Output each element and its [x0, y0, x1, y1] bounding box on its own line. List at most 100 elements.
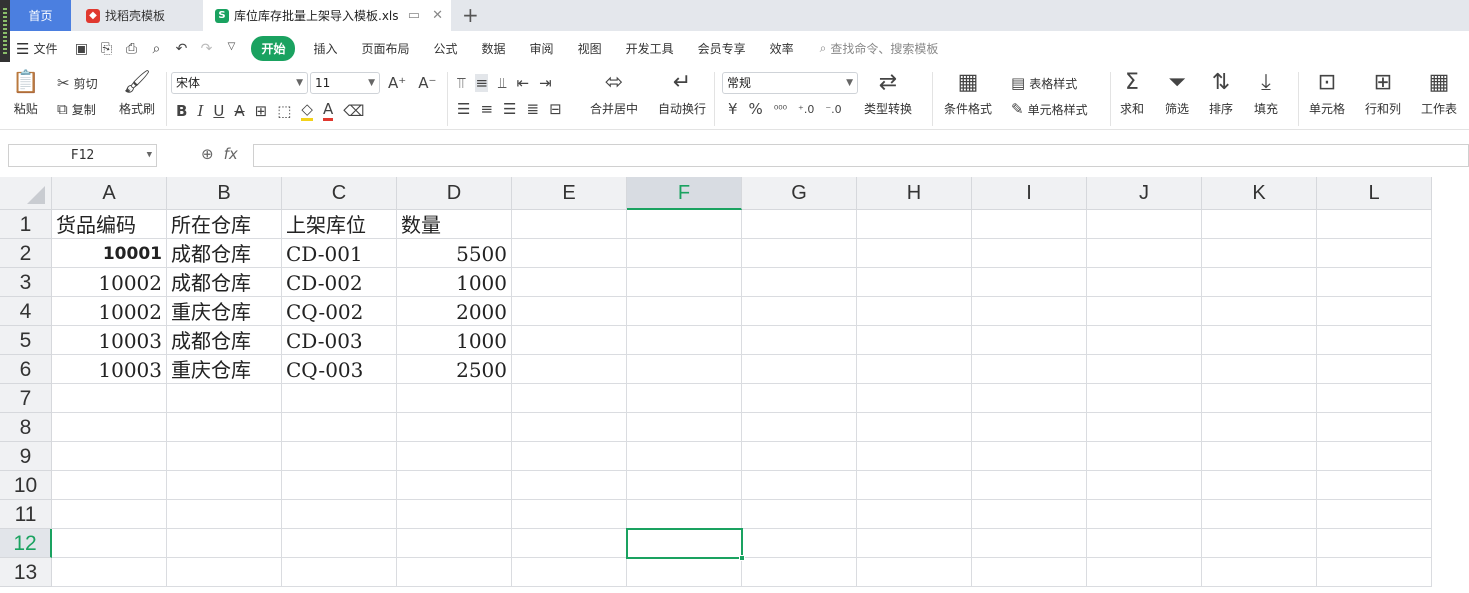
- cell-D9[interactable]: [397, 442, 512, 471]
- cell-B1[interactable]: 所在仓库: [167, 210, 282, 239]
- cell-A5[interactable]: 10003: [52, 326, 167, 355]
- cell-G4[interactable]: [742, 297, 857, 326]
- cell-shading-icon[interactable]: ⬚: [277, 102, 291, 120]
- cell-A13[interactable]: [52, 558, 167, 587]
- cell-G11[interactable]: [742, 500, 857, 529]
- merge-center-button[interactable]: ⬄ 合并居中: [590, 70, 638, 117]
- cell-H2[interactable]: [857, 239, 972, 268]
- cell-K11[interactable]: [1202, 500, 1317, 529]
- cell-I5[interactable]: [972, 326, 1087, 355]
- thousands-icon[interactable]: ⁰⁰⁰: [774, 103, 787, 116]
- cell-H9[interactable]: [857, 442, 972, 471]
- column-header-G[interactable]: G: [742, 177, 857, 210]
- cell-D1[interactable]: 数量: [397, 210, 512, 239]
- cell-B13[interactable]: [167, 558, 282, 587]
- column-header-B[interactable]: B: [167, 177, 282, 210]
- cell-I10[interactable]: [972, 471, 1087, 500]
- cell-A6[interactable]: 10003: [52, 355, 167, 384]
- cell-L12[interactable]: [1317, 529, 1432, 558]
- print-icon[interactable]: ⎙: [123, 41, 139, 57]
- font-color-icon[interactable]: A: [322, 100, 334, 121]
- column-header-K[interactable]: K: [1202, 177, 1317, 210]
- cell-E10[interactable]: [512, 471, 627, 500]
- cell-F1[interactable]: [627, 210, 742, 239]
- cell-K9[interactable]: [1202, 442, 1317, 471]
- row-header-11[interactable]: 11: [0, 500, 52, 529]
- cell-H4[interactable]: [857, 297, 972, 326]
- command-search[interactable]: ⌕ 查找命令、搜索模板: [820, 40, 939, 57]
- wrap-text-button[interactable]: ↵ 自动换行: [658, 70, 706, 117]
- cell-D5[interactable]: 1000: [397, 326, 512, 355]
- save-icon[interactable]: ▣: [73, 41, 89, 57]
- menu-formula[interactable]: 公式: [422, 40, 470, 57]
- clear-format-icon[interactable]: ⌫: [343, 102, 364, 120]
- align-middle-icon[interactable]: ≡: [475, 74, 489, 92]
- border-icon[interactable]: ⊞: [255, 102, 268, 120]
- cell-I7[interactable]: [972, 384, 1087, 413]
- menu-page-layout[interactable]: 页面布局: [350, 40, 422, 57]
- conditional-format-button[interactable]: ▦ 条件格式: [944, 70, 992, 117]
- menu-data[interactable]: 数据: [470, 40, 518, 57]
- cell-L7[interactable]: [1317, 384, 1432, 413]
- decrease-decimal-icon[interactable]: ⁻.0: [825, 103, 841, 116]
- cell-E4[interactable]: [512, 297, 627, 326]
- cell-L5[interactable]: [1317, 326, 1432, 355]
- cell-E5[interactable]: [512, 326, 627, 355]
- cell-J3[interactable]: [1087, 268, 1202, 297]
- menu-view[interactable]: 视图: [566, 40, 614, 57]
- strikethrough-icon[interactable]: A: [234, 102, 244, 120]
- cell-B12[interactable]: [167, 529, 282, 558]
- type-convert-button[interactable]: ⇄ 类型转换: [864, 70, 912, 117]
- cell-C8[interactable]: [282, 413, 397, 442]
- menu-member[interactable]: 会员专享: [686, 40, 758, 57]
- cell-J8[interactable]: [1087, 413, 1202, 442]
- column-header-H[interactable]: H: [857, 177, 972, 210]
- cell-E9[interactable]: [512, 442, 627, 471]
- row-header-7[interactable]: 7: [0, 384, 52, 413]
- cell-I2[interactable]: [972, 239, 1087, 268]
- cell-F11[interactable]: [627, 500, 742, 529]
- worksheet-button[interactable]: ▦ 工作表: [1421, 70, 1457, 117]
- cell-K8[interactable]: [1202, 413, 1317, 442]
- tab-home[interactable]: 首页: [10, 0, 71, 31]
- row-col-button[interactable]: ⊞ 行和列: [1365, 70, 1401, 117]
- column-header-C[interactable]: C: [282, 177, 397, 210]
- row-header-6[interactable]: 6: [0, 355, 52, 384]
- cell-C9[interactable]: [282, 442, 397, 471]
- cell-F6[interactable]: [627, 355, 742, 384]
- cell-K13[interactable]: [1202, 558, 1317, 587]
- cell-F10[interactable]: [627, 471, 742, 500]
- cell-J13[interactable]: [1087, 558, 1202, 587]
- tab-template[interactable]: ◆ 找稻壳模板: [72, 0, 202, 31]
- name-box[interactable]: F12 ▼: [8, 144, 157, 167]
- cell-C6[interactable]: CQ-003: [282, 355, 397, 384]
- cell-D7[interactable]: [397, 384, 512, 413]
- underline-icon[interactable]: U: [213, 102, 224, 120]
- row-header-4[interactable]: 4: [0, 297, 52, 326]
- cell-G1[interactable]: [742, 210, 857, 239]
- fill-color-icon[interactable]: ◇: [301, 100, 313, 121]
- cell-J12[interactable]: [1087, 529, 1202, 558]
- spreadsheet-grid[interactable]: A B C D E F G H I J K L 1 货品编码 所在仓库 上架库位 数量 2 10001 成都仓库 CD-…: [0, 177, 1469, 593]
- print-preview-icon[interactable]: ⌕: [148, 41, 164, 57]
- cell-G12[interactable]: [742, 529, 857, 558]
- row-header-13[interactable]: 13: [0, 558, 52, 587]
- cell-D2[interactable]: 5500: [397, 239, 512, 268]
- distributed-icon[interactable]: ⊟: [549, 100, 562, 118]
- paste-button[interactable]: 📋 粘贴: [12, 70, 39, 117]
- cut-button[interactable]: ✂ 剪切: [57, 74, 98, 92]
- cell-K1[interactable]: [1202, 210, 1317, 239]
- cell-I6[interactable]: [972, 355, 1087, 384]
- cell-G6[interactable]: [742, 355, 857, 384]
- formula-input[interactable]: [253, 144, 1469, 167]
- cell-G9[interactable]: [742, 442, 857, 471]
- font-name-select[interactable]: 宋体 ▼: [171, 72, 308, 94]
- cell-A1[interactable]: 货品编码: [52, 210, 167, 239]
- cell-H5[interactable]: [857, 326, 972, 355]
- cell-H11[interactable]: [857, 500, 972, 529]
- cell-F2[interactable]: [627, 239, 742, 268]
- indent-decrease-icon[interactable]: ⇤: [517, 74, 530, 92]
- cell-G8[interactable]: [742, 413, 857, 442]
- new-tab-icon[interactable]: +: [462, 3, 479, 27]
- fill-button[interactable]: ⤓ 填充: [1254, 70, 1278, 117]
